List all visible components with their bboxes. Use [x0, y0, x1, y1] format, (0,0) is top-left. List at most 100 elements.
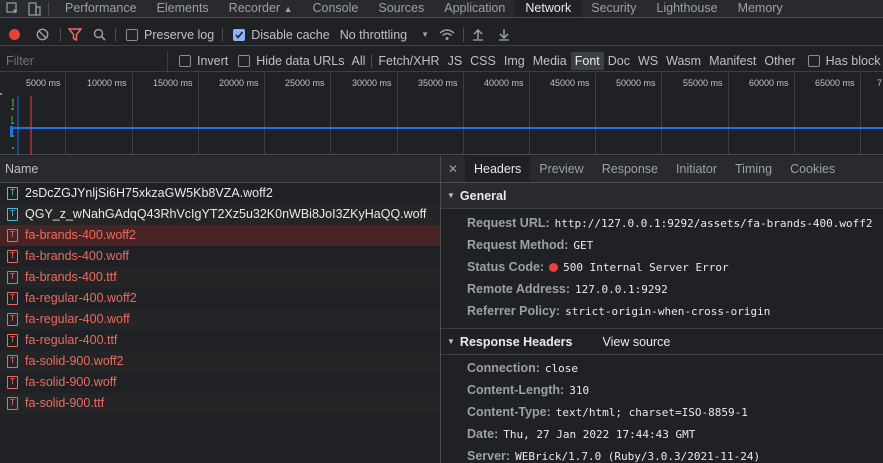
content-type-value: text/html; charset=ISO-8859-1: [555, 406, 748, 419]
general-section-header[interactable]: ▼ General: [441, 183, 883, 209]
error-status-icon: [549, 263, 559, 272]
tab-memory[interactable]: Memory: [728, 0, 793, 17]
request-url-row: Request URL: http://127.0.0.1:9292/assets…: [441, 212, 883, 234]
has-blocked-cookies-checkbox[interactable]: Has block: [807, 54, 881, 68]
tab-recorder[interactable]: Recorder ▲: [219, 0, 303, 17]
tab-initiator[interactable]: Initiator: [667, 156, 726, 182]
server-key: Server:: [467, 449, 511, 463]
filter-type-all[interactable]: All: [348, 52, 370, 70]
filter-type-wasm[interactable]: Wasm: [662, 52, 705, 70]
tab-sources[interactable]: Sources: [368, 0, 434, 17]
filter-input[interactable]: [0, 50, 168, 71]
invert-box[interactable]: [179, 55, 191, 68]
request-row[interactable]: Tfa-solid-900.ttf: [0, 393, 440, 414]
request-name: fa-brands-400.woff: [25, 249, 129, 263]
inspect-element-icon[interactable]: [4, 1, 20, 17]
view-source-link[interactable]: View source: [602, 329, 670, 355]
request-row[interactable]: Tfa-regular-400.woff2: [0, 288, 440, 309]
tab-headers[interactable]: Headers: [465, 156, 531, 182]
tab-response[interactable]: Response: [593, 156, 667, 182]
filter-type-font[interactable]: Font: [570, 51, 604, 70]
record-icon[interactable]: [6, 27, 22, 43]
filter-type-doc[interactable]: Doc: [604, 52, 634, 70]
request-name: fa-solid-900.woff2: [25, 354, 124, 368]
toolbar-divider: [60, 27, 61, 42]
throttling-select[interactable]: No throttling: [340, 28, 407, 42]
preserve-log-checkbox[interactable]: Preserve log: [126, 28, 214, 42]
request-row[interactable]: Tfa-brands-400.ttf: [0, 267, 440, 288]
font-file-icon: T: [7, 355, 18, 368]
request-row[interactable]: Tfa-solid-900.woff: [0, 372, 440, 393]
font-file-icon: T: [7, 271, 18, 284]
close-icon[interactable]: ✕: [441, 162, 465, 176]
request-row[interactable]: T 2sDcZGJYnljSi6H75xkzaGW5Kb8VZA.woff2: [0, 183, 440, 204]
tab-application[interactable]: Application: [434, 0, 515, 17]
toolbar-divider: [371, 53, 373, 68]
font-file-icon: T: [7, 229, 18, 242]
filter-type-css[interactable]: CSS: [466, 52, 500, 70]
search-icon[interactable]: [91, 27, 107, 43]
export-har-icon[interactable]: [496, 27, 512, 43]
request-row[interactable]: Tfa-regular-400.ttf: [0, 330, 440, 351]
tab-preview[interactable]: Preview: [530, 156, 592, 182]
date-row: Date: Thu, 27 Jan 2022 17:44:43 GMT: [441, 423, 883, 445]
import-har-icon[interactable]: [470, 27, 486, 43]
request-name: fa-regular-400.woff: [25, 312, 130, 326]
request-name: fa-regular-400.ttf: [25, 333, 118, 347]
tab-console[interactable]: Console: [303, 0, 369, 17]
tab-network[interactable]: Network: [515, 0, 582, 17]
tab-timing[interactable]: Timing: [726, 156, 781, 182]
clear-icon[interactable]: [34, 27, 50, 43]
request-name: QGY_z_wNahGAdqQ43RhVcIgYT2Xz5u32K0nWBi8J…: [25, 207, 427, 221]
tab-elements[interactable]: Elements: [147, 0, 219, 17]
disable-cache-box[interactable]: [233, 29, 246, 42]
disable-cache-checkbox[interactable]: Disable cache: [233, 28, 330, 42]
font-file-icon: T: [7, 313, 18, 326]
filter-type-manifest[interactable]: Manifest: [705, 52, 760, 70]
request-row[interactable]: Tfa-regular-400.woff: [0, 309, 440, 330]
font-file-icon: T: [7, 208, 18, 221]
request-row[interactable]: T QGY_z_wNahGAdqQ43RhVcIgYT2Xz5u32K0nWBi8…: [0, 204, 440, 225]
connection-row: Connection: close: [441, 357, 883, 379]
preserve-log-label: Preserve log: [144, 27, 215, 42]
referrer-policy-row: Referrer Policy: strict-origin-when-cross…: [441, 300, 883, 322]
request-row[interactable]: Tfa-brands-400.woff2: [0, 225, 440, 246]
has-blocked-cookies-box[interactable]: [807, 55, 820, 68]
filter-type-media[interactable]: Media: [529, 52, 571, 70]
filter-type-other[interactable]: Other: [760, 52, 799, 70]
device-toolbar-icon[interactable]: [26, 1, 42, 17]
name-column-header[interactable]: Name: [0, 156, 440, 183]
timeline-waterfall: [0, 93, 883, 155]
font-file-icon: T: [7, 334, 18, 347]
request-name: fa-solid-900.woff: [25, 375, 117, 389]
toolbar-divider: [115, 27, 116, 42]
remote-address-value: 127.0.0.1:9292: [575, 283, 668, 296]
status-code-key: Status Code:: [467, 260, 545, 274]
tab-security[interactable]: Security: [581, 0, 646, 17]
referrer-policy-value: strict-origin-when-cross-origin: [565, 305, 771, 318]
timeline-overview[interactable]: 5000 ms 10000 ms 15000 ms 20000 ms 25000…: [0, 73, 883, 155]
network-conditions-icon[interactable]: [439, 27, 455, 43]
filter-type-ws[interactable]: WS: [634, 52, 662, 70]
connection-value: close: [544, 362, 579, 375]
filter-type-img[interactable]: Img: [500, 52, 529, 70]
tab-cookies[interactable]: Cookies: [781, 156, 844, 182]
tab-lighthouse[interactable]: Lighthouse: [646, 0, 727, 17]
content-length-row: Content-Length: 310: [441, 379, 883, 401]
chevron-down-icon[interactable]: ▼: [421, 30, 429, 39]
hide-data-urls-box[interactable]: [238, 55, 251, 68]
response-headers-section-header[interactable]: ▼ Response Headers View source: [441, 329, 883, 355]
filter-type-fetch-xhr[interactable]: Fetch/XHR: [374, 52, 443, 70]
tab-recorder-label: Recorder: [228, 0, 281, 15]
invert-checkbox[interactable]: Invert: [179, 54, 228, 68]
font-file-icon: T: [7, 187, 18, 200]
request-row[interactable]: Tfa-solid-900.woff2: [0, 351, 440, 372]
request-row[interactable]: Tfa-brands-400.woff: [0, 246, 440, 267]
tab-performance[interactable]: Performance: [55, 0, 147, 17]
preserve-log-box[interactable]: [126, 29, 138, 42]
hide-data-urls-checkbox[interactable]: Hide data URLs: [238, 54, 345, 68]
filter-type-js[interactable]: JS: [444, 52, 467, 70]
filter-icon[interactable]: [67, 27, 83, 43]
triangle-down-icon: ▼: [447, 336, 455, 346]
recorder-flask-icon: ▲: [283, 3, 293, 14]
